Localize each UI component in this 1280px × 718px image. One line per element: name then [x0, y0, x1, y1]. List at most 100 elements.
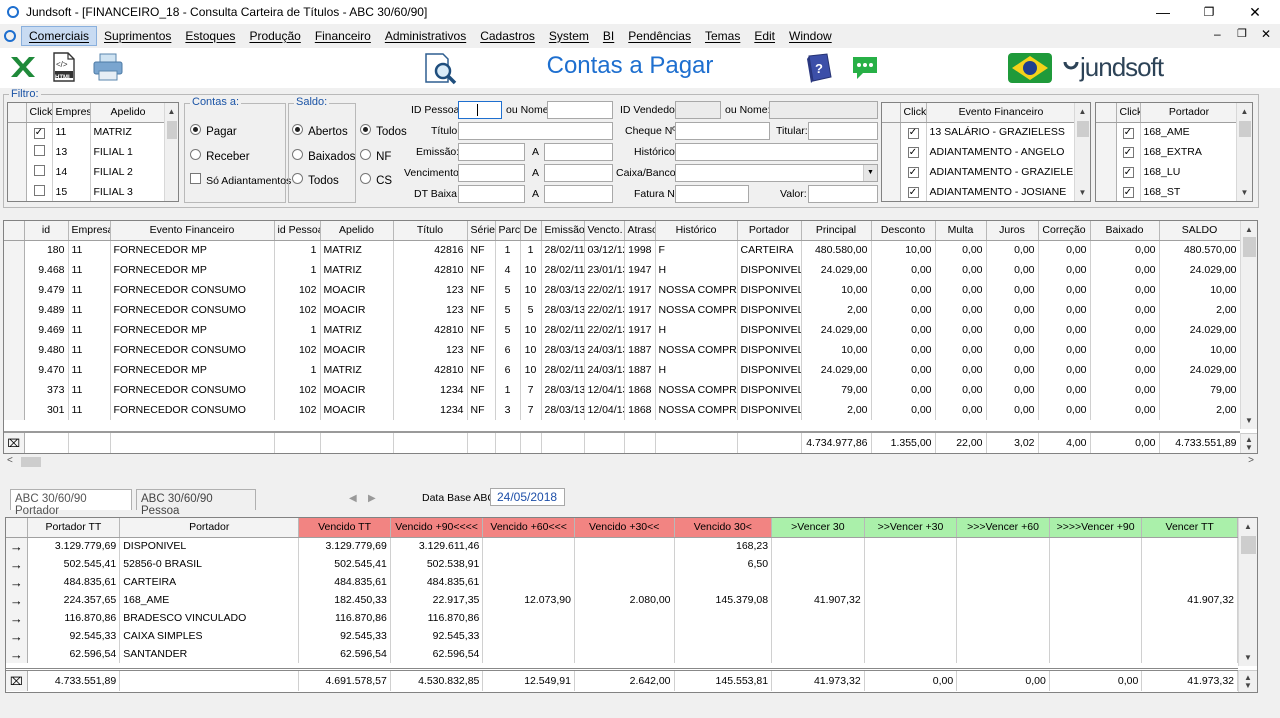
- mdi-close-button[interactable]: ✕: [1261, 27, 1271, 41]
- saldo-baixados-radio[interactable]: Baixados: [292, 149, 355, 163]
- eventos-row[interactable]: ✓ ADIANTAMENTO - ANGELO: [882, 142, 1077, 162]
- titles-header-1[interactable]: Empresa: [68, 221, 111, 241]
- data-base-input[interactable]: 24/05/2018: [490, 488, 565, 506]
- titles-header-4[interactable]: Apelido: [320, 221, 394, 241]
- menu-cadastros[interactable]: Cadastros: [473, 27, 542, 45]
- excel-icon[interactable]: [8, 54, 36, 80]
- totals-spin[interactable]: ▲ ▼: [1240, 433, 1257, 453]
- eventos-scrollbar[interactable]: ▲ ▼: [1074, 103, 1090, 201]
- status-todos-radio[interactable]: Todos: [360, 124, 407, 138]
- checkbox-icon[interactable]: ✓: [907, 127, 919, 139]
- abc-header-1[interactable]: Portador: [119, 518, 300, 538]
- menu-administrativos[interactable]: Administrativos: [378, 27, 473, 45]
- titles-header-11[interactable]: Atraso: [624, 221, 656, 241]
- checkbox-icon[interactable]: ✓: [907, 167, 919, 179]
- abc-header-10[interactable]: >>>>Vencer +90: [1049, 518, 1143, 538]
- emissao-to-input[interactable]: [544, 143, 613, 161]
- eventos-row[interactable]: ✓ ADIANTAMENTO - JOSIANE: [882, 182, 1077, 201]
- menu-comerciais[interactable]: Comerciais: [21, 25, 98, 46]
- eventos-row[interactable]: ✓ ADIANTAMENTO - GRAZIELE: [882, 162, 1077, 182]
- menu-window[interactable]: Window: [782, 27, 839, 45]
- titles-header-13[interactable]: Portador: [737, 221, 802, 241]
- table-row[interactable]: 373 11 FORNECEDOR CONSUMO 102 MOACIR 1234 NF 1 7…: [4, 380, 1241, 400]
- abc-header-5[interactable]: Vencido +30<<: [574, 518, 675, 538]
- portadores-checkbox[interactable]: ✓: [1116, 162, 1141, 182]
- table-row[interactable]: 301 11 FORNECEDOR CONSUMO 102 MOACIR 1234 NF 3 7…: [4, 400, 1241, 420]
- abc-row[interactable]: → 502.545,41 52856-0 BRASIL 502.545,41 502.5…: [6, 555, 1238, 573]
- abc-header-9[interactable]: >>>Vencer +60: [956, 518, 1050, 538]
- chat-icon[interactable]: [851, 55, 879, 81]
- tab-scroll-left-icon[interactable]: ◀: [349, 493, 357, 504]
- abc-vscrollbar[interactable]: ▲ ▼: [1238, 518, 1257, 666]
- nome-input[interactable]: [547, 101, 613, 119]
- abc-header-6[interactable]: Vencido 30<: [674, 518, 773, 538]
- row-arrow-icon[interactable]: →: [6, 627, 28, 645]
- tab-abc-portador[interactable]: ABC 30/60/90 Portador: [10, 489, 132, 517]
- portadores-checkbox[interactable]: ✓: [1116, 182, 1141, 201]
- id-vendedor-input[interactable]: [675, 101, 721, 119]
- row-arrow-icon[interactable]: →: [6, 645, 28, 663]
- historico-input[interactable]: [675, 143, 878, 161]
- maximize-button[interactable]: ❐: [1186, 0, 1232, 24]
- mdi-restore-button[interactable]: ❐: [1237, 27, 1247, 40]
- titles-header-16[interactable]: Multa: [935, 221, 987, 241]
- status-cs-radio[interactable]: CS: [360, 173, 392, 187]
- portadores-row[interactable]: ✓ 168_EXTRA: [1096, 142, 1239, 162]
- abc-row[interactable]: → 3.129.779,69 DISPONIVEL 3.129.779,69 3.129…: [6, 537, 1238, 555]
- document-search-icon[interactable]: [423, 52, 459, 86]
- menu-bi[interactable]: BI: [596, 27, 621, 45]
- tab-scroll-right-icon[interactable]: ▶: [368, 493, 376, 504]
- titles-vscrollbar[interactable]: ▲ ▼: [1240, 221, 1257, 429]
- companies-row[interactable]: 15 FILIAL 3: [8, 182, 167, 201]
- checkbox-icon[interactable]: ✓: [1122, 187, 1134, 199]
- abc-row[interactable]: → 224.357,65 168_AME 182.450,33 22.917,35 12.…: [6, 591, 1238, 609]
- abc-row[interactable]: → 116.870,86 BRADESCO VINCULADO 116.870,86 1…: [6, 609, 1238, 627]
- checkbox-icon[interactable]: ✓: [1122, 147, 1134, 159]
- menu-system[interactable]: System: [542, 27, 596, 45]
- abc-row[interactable]: → 92.545,33 CAIXA SIMPLES 92.545,33 92.545,3…: [6, 627, 1238, 645]
- checkbox-icon[interactable]: ✓: [1122, 167, 1134, 179]
- companies-checkbox[interactable]: [26, 142, 53, 162]
- portadores-checkbox[interactable]: ✓: [1116, 122, 1141, 142]
- portadores-checkbox[interactable]: ✓: [1116, 142, 1141, 162]
- titles-header-10[interactable]: Vencto.: [584, 221, 625, 241]
- titles-header-7[interactable]: Parc: [495, 221, 521, 241]
- titles-header-15[interactable]: Desconto: [871, 221, 936, 241]
- chevron-down-icon[interactable]: ▼: [863, 165, 877, 181]
- abc-header-3[interactable]: Vencido +90<<<<: [390, 518, 484, 538]
- valor-input[interactable]: [808, 185, 878, 203]
- contas-receber-radio[interactable]: Receber: [190, 149, 250, 163]
- print-icon[interactable]: [92, 52, 124, 82]
- abc-header-4[interactable]: Vencido +60<<<: [482, 518, 575, 538]
- menu-estoques[interactable]: Estoques: [178, 27, 242, 45]
- table-row[interactable]: 9.479 11 FORNECEDOR CONSUMO 102 MOACIR 123 NF 5…: [4, 280, 1241, 300]
- vencimento-to-input[interactable]: [544, 164, 613, 182]
- table-row[interactable]: 180 11 FORNECEDOR MP 1 MATRIZ 42816 NF 1 1 28/02/…: [4, 240, 1241, 260]
- vencimento-from-input[interactable]: [458, 164, 525, 182]
- menu-producao[interactable]: Produção: [242, 27, 307, 45]
- table-row[interactable]: 9.468 11 FORNECEDOR MP 1 MATRIZ 42810 NF 4 10 28/…: [4, 260, 1241, 280]
- abc-header-2[interactable]: Vencido TT: [298, 518, 391, 538]
- portadores-row[interactable]: ✓ 168_ST: [1096, 182, 1239, 201]
- fatura-input[interactable]: [675, 185, 749, 203]
- saldo-todos-radio[interactable]: Todos: [292, 173, 339, 187]
- checkbox-icon[interactable]: ✓: [33, 127, 45, 139]
- abc-header-7[interactable]: >Vencer 30: [771, 518, 865, 538]
- titles-header-20[interactable]: SALDO: [1159, 221, 1241, 241]
- checkbox-icon[interactable]: [33, 165, 45, 176]
- companies-row[interactable]: 13 FILIAL 1: [8, 142, 167, 162]
- eventos-row[interactable]: ✓ 13 SALÁRIO - GRAZIELESS: [882, 122, 1077, 142]
- titles-header-14[interactable]: Principal: [801, 221, 872, 241]
- portadores-row[interactable]: ✓ 168_AME: [1096, 122, 1239, 142]
- menu-edit[interactable]: Edit: [747, 27, 782, 45]
- portadores-row[interactable]: ✓ 168_LU: [1096, 162, 1239, 182]
- companies-checkbox[interactable]: [26, 162, 53, 182]
- eventos-checkbox[interactable]: ✓: [900, 142, 927, 162]
- titles-header-3[interactable]: id Pessoa: [274, 221, 321, 241]
- titulo-input[interactable]: [458, 122, 613, 140]
- abc-row[interactable]: → 484.835,61 CARTEIRA 484.835,61 484.835,61: [6, 573, 1238, 591]
- caixa-banco-select[interactable]: ▼: [675, 164, 878, 182]
- titles-header-19[interactable]: Baixado: [1090, 221, 1160, 241]
- titles-header-9[interactable]: Emissão: [541, 221, 585, 241]
- only-advances-checkbox[interactable]: Só Adiantamentos: [190, 173, 291, 187]
